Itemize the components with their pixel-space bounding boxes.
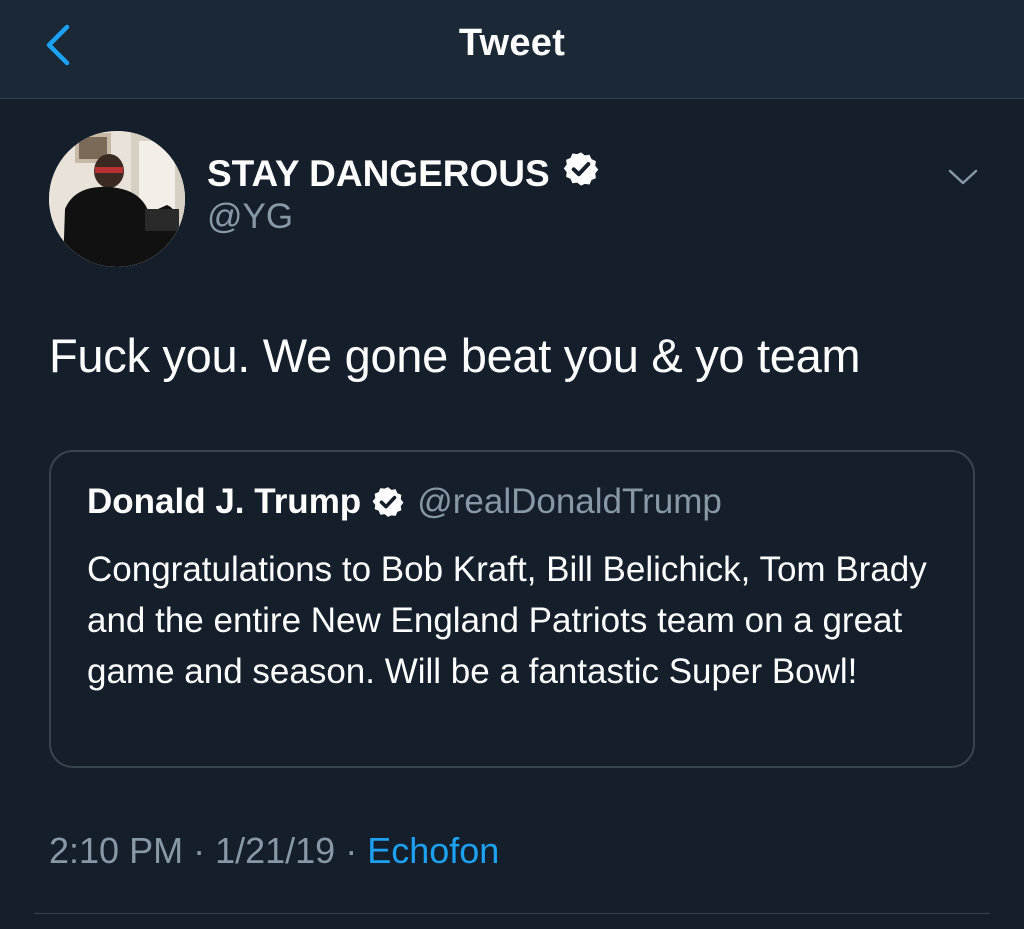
tweet-date: 1/21/19 xyxy=(215,830,336,871)
avatar[interactable] xyxy=(49,131,185,267)
tweet-meta: 2:10 PM · 1/21/19 · Echofon xyxy=(49,830,499,872)
verified-badge-icon xyxy=(562,150,600,197)
tweet-text: Fuck you. We gone beat you & yo team xyxy=(49,329,861,382)
tweet-source-link[interactable]: Echofon xyxy=(367,830,499,871)
author-name-text: STAY DANGEROUS xyxy=(207,152,550,194)
author-handle[interactable]: @YG xyxy=(207,197,293,237)
tweet-detail-screen: Tweet STAY DANGEROUS @YG Fuck you. We go… xyxy=(0,0,1024,929)
divider xyxy=(34,913,990,914)
tweet-time: 2:10 PM xyxy=(49,830,184,871)
quoted-tweet-header: Donald J. Trump @realDonaldTrump xyxy=(87,482,722,522)
meta-separator: · xyxy=(193,830,206,871)
nav-header: Tweet xyxy=(0,0,1024,99)
meta-separator: · xyxy=(345,830,358,871)
avatar-photo xyxy=(49,131,185,267)
page-title: Tweet xyxy=(458,22,566,64)
chevron-down-icon xyxy=(948,169,978,185)
author-name[interactable]: STAY DANGEROUS xyxy=(207,150,600,197)
tweet-options-button[interactable] xyxy=(940,160,986,194)
quoted-author-handle: @realDonaldTrump xyxy=(417,482,722,521)
quoted-author-name: Donald J. Trump xyxy=(87,482,362,521)
quoted-tweet-card[interactable]: Donald J. Trump @realDonaldTrump Congrat… xyxy=(49,450,975,768)
quoted-tweet-text: Congratulations to Bob Kraft, Bill Belic… xyxy=(87,550,927,691)
verified-badge-icon xyxy=(371,485,405,519)
